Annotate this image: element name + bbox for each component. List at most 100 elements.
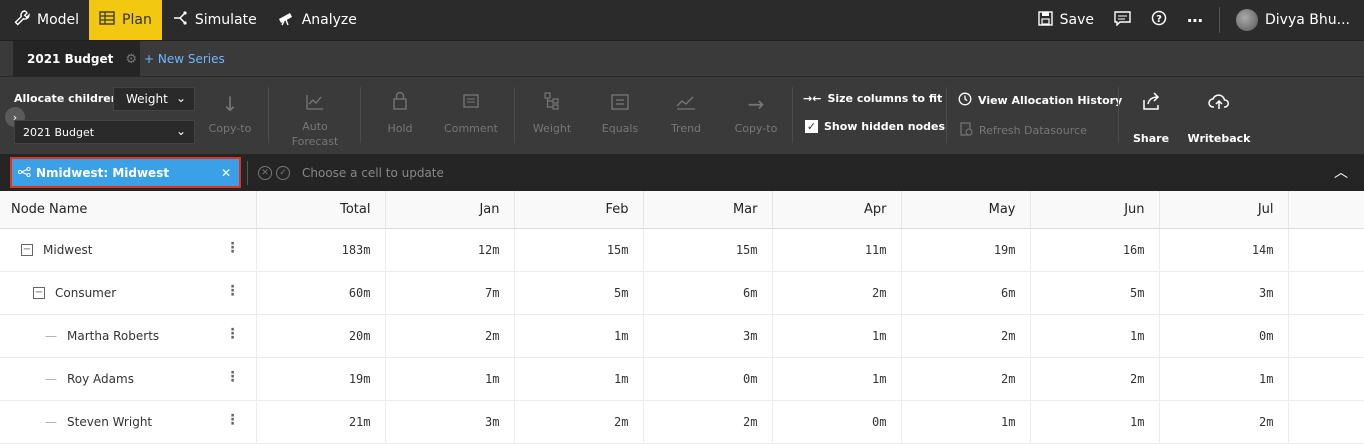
copy-to-down-button[interactable]: ↓ Copy-to — [201, 77, 259, 155]
trend-button[interactable]: Trend — [658, 77, 714, 155]
user-menu[interactable]: Divya Bhu... — [1226, 9, 1364, 31]
show-hidden-nodes-checkbox[interactable]: ✓ Show hidden nodes — [805, 120, 945, 133]
value-cell[interactable]: 5m — [514, 271, 644, 315]
value-cell[interactable]: 2m — [1030, 357, 1160, 401]
col-jul[interactable]: Jul — [1159, 191, 1289, 229]
value-cell[interactable]: 12m — [385, 228, 515, 272]
value-cell[interactable]: 7m — [385, 271, 515, 315]
row-menu-icon[interactable]: ⋮ — [226, 327, 240, 341]
auto-forecast-button[interactable]: Auto Forecast — [284, 77, 346, 155]
nav-plan[interactable]: Plan — [89, 0, 162, 40]
weight-button[interactable]: Weight — [524, 77, 580, 155]
hold-button[interactable]: Hold — [372, 77, 428, 155]
value-cell[interactable]: 3m — [643, 314, 773, 358]
value-cell[interactable]: 0m — [772, 400, 902, 444]
collapse-toggle-icon[interactable]: − — [33, 286, 45, 299]
table-row[interactable]: — Roy Adams ⋮ 19m 1m 1m 0m 1m 2m 2m 1m — [0, 357, 1364, 401]
table-row[interactable]: — Steven Wright ⋮ 21m 3m 2m 2m 0m 1m 1m 2m — [0, 400, 1364, 444]
value-cell[interactable]: 20m — [256, 314, 386, 358]
value-cell[interactable]: 1m — [514, 314, 644, 358]
value-cell[interactable]: 0m — [643, 357, 773, 401]
col-mar[interactable]: Mar — [643, 191, 773, 229]
col-jan[interactable]: Jan — [385, 191, 515, 229]
node-cell[interactable]: − Consumer ⋮ — [0, 271, 257, 315]
comment-button[interactable]: Comment — [442, 77, 500, 155]
refresh-datasource-button[interactable]: Refresh Datasource — [960, 122, 1087, 139]
equals-button[interactable]: Equals — [592, 77, 648, 155]
value-cell[interactable]: 19m — [256, 357, 386, 401]
row-menu-icon[interactable]: ⋮ — [226, 370, 240, 384]
value-cell[interactable]: 0m — [1159, 314, 1289, 358]
node-cell[interactable]: — Martha Roberts ⋮ — [0, 314, 257, 358]
value-cell[interactable]: 1m — [1030, 400, 1160, 444]
value-cell[interactable]: 1m — [1159, 357, 1289, 401]
value-cell[interactable]: 6m — [901, 271, 1031, 315]
collapse-toggle-icon[interactable]: − — [21, 243, 33, 256]
cancel-icon[interactable]: ✕ — [258, 165, 272, 180]
copy-to-right-button[interactable]: → Copy-to — [726, 77, 786, 155]
col-feb[interactable]: Feb — [514, 191, 644, 229]
col-apr[interactable]: Apr — [772, 191, 902, 229]
node-filter-chip[interactable]: Nmidwest: Midwest ✕ — [10, 157, 241, 188]
col-total[interactable]: Total — [256, 191, 386, 229]
save-button[interactable]: Save — [1028, 10, 1104, 30]
node-cell[interactable]: — Roy Adams ⋮ — [0, 357, 257, 401]
value-cell[interactable]: 3m — [385, 400, 515, 444]
row-menu-icon[interactable]: ⋮ — [226, 413, 240, 427]
value-cell[interactable]: 11m — [772, 228, 902, 272]
value-cell[interactable]: 60m — [256, 271, 386, 315]
node-cell[interactable]: − Midwest ⋮ — [0, 228, 257, 272]
value-cell[interactable]: 1m — [772, 357, 902, 401]
value-cell[interactable]: 2m — [901, 357, 1031, 401]
value-cell[interactable]: 183m — [256, 228, 386, 272]
value-cell[interactable]: 1m — [385, 357, 515, 401]
table-row[interactable]: — Martha Roberts ⋮ 20m 2m 1m 3m 1m 2m 1m 0m — [0, 314, 1364, 358]
row-menu-icon[interactable]: ⋮ — [226, 284, 240, 298]
value-cell[interactable]: 1m — [514, 357, 644, 401]
value-cell[interactable]: 15m — [514, 228, 644, 272]
row-menu-icon[interactable]: ⋮ — [226, 241, 240, 255]
confirm-icon[interactable]: ✓ — [276, 165, 290, 180]
col-node-name[interactable]: Node Name — [0, 191, 257, 229]
more-options-button[interactable]: ⋯ — [1177, 11, 1213, 30]
nav-model[interactable]: Model — [4, 0, 89, 40]
value-cell[interactable]: 2m — [1159, 400, 1289, 444]
value-cell[interactable]: 2m — [772, 271, 902, 315]
close-icon[interactable]: ✕ — [221, 166, 231, 180]
value-cell[interactable]: 15m — [643, 228, 773, 272]
new-series-button[interactable]: + New Series — [144, 41, 225, 77]
view-allocation-history-button[interactable]: View Allocation History — [958, 92, 1122, 109]
node-cell[interactable]: — Steven Wright ⋮ — [0, 400, 257, 444]
help-button[interactable]: ? — [1141, 10, 1177, 30]
comment-toggle-button[interactable] — [1104, 10, 1141, 30]
table-row[interactable]: − Midwest ⋮ 183m 12m 15m 15m 11m 19m 16m 14m — [0, 228, 1364, 272]
value-cell[interactable]: 2m — [385, 314, 515, 358]
share-button[interactable]: Share — [1128, 77, 1174, 155]
value-cell[interactable]: 14m — [1159, 228, 1289, 272]
value-cell[interactable]: 3m — [1159, 271, 1289, 315]
col-jun[interactable]: Jun — [1030, 191, 1160, 229]
nav-simulate[interactable]: Simulate — [162, 0, 267, 40]
value-cell[interactable]: 2m — [643, 400, 773, 444]
value-cell[interactable]: 2m — [514, 400, 644, 444]
gear-icon[interactable]: ⚙ — [125, 52, 137, 67]
writeback-button[interactable]: Writeback — [1186, 77, 1252, 155]
value-cell[interactable]: 5m — [1030, 271, 1160, 315]
col-may[interactable]: May — [901, 191, 1031, 229]
chevron-up-icon[interactable]: ︿ — [1334, 162, 1348, 182]
table-row[interactable]: − Consumer ⋮ 60m 7m 5m 6m 2m 6m 5m 3m — [0, 271, 1364, 315]
value-cell[interactable]: 21m — [256, 400, 386, 444]
value-cell[interactable]: 2m — [901, 314, 1031, 358]
tab-2021-budget[interactable]: 2021 Budget ⚙ — [13, 41, 140, 77]
save-icon — [1037, 10, 1053, 30]
value-cell[interactable]: 1m — [772, 314, 902, 358]
allocation-method-select[interactable]: Weight ⌄ — [113, 87, 195, 111]
value-cell[interactable]: 19m — [901, 228, 1031, 272]
nav-analyze[interactable]: Analyze — [267, 0, 367, 40]
size-columns-to-fit-button[interactable]: →← Size columns to fit — [803, 92, 942, 105]
value-cell[interactable]: 1m — [901, 400, 1031, 444]
value-cell[interactable]: 1m — [1030, 314, 1160, 358]
budget-series-select[interactable]: 2021 Budget ⌄ — [14, 120, 195, 144]
value-cell[interactable]: 6m — [643, 271, 773, 315]
value-cell[interactable]: 16m — [1030, 228, 1160, 272]
